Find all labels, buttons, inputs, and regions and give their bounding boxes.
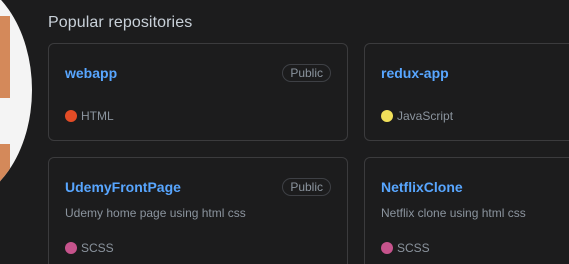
repo-name-link[interactable]: redux-app	[381, 65, 449, 81]
repo-description: Netflix clone using html css	[381, 206, 526, 220]
language-label: JavaScript	[397, 109, 454, 123]
language-label: SCSS	[81, 241, 114, 255]
repo-card: webapp Public HTML	[48, 43, 348, 141]
repo-name-link[interactable]: NetflixClone	[381, 179, 463, 195]
repo-description: Udemy home page using html css	[65, 206, 246, 220]
language-label: SCSS	[397, 241, 430, 255]
visibility-badge: Public	[282, 64, 331, 82]
profile-page: Popular repositories webapp Public HTML …	[0, 0, 569, 264]
avatar[interactable]	[0, 0, 32, 204]
avatar-shape-bottom	[0, 144, 10, 184]
language-label: HTML	[81, 109, 114, 123]
repo-language: SCSS	[381, 241, 430, 255]
repo-name-link[interactable]: webapp	[65, 65, 117, 81]
repo-language: HTML	[65, 109, 114, 123]
repo-language: JavaScript	[381, 109, 453, 123]
language-color-dot	[381, 110, 393, 122]
language-color-dot	[65, 242, 77, 254]
visibility-badge: Public	[282, 178, 331, 196]
repo-language: SCSS	[65, 241, 114, 255]
repo-name-link[interactable]: UdemyFrontPage	[65, 179, 181, 195]
repo-card: NetflixClone Netflix clone using html cs…	[364, 157, 569, 264]
language-color-dot	[65, 110, 77, 122]
section-title: Popular repositories	[48, 14, 193, 31]
language-color-dot	[381, 242, 393, 254]
repo-card: UdemyFrontPage Public Udemy home page us…	[48, 157, 348, 264]
repo-card: redux-app JavaScript	[364, 43, 569, 141]
avatar-shape-top	[0, 16, 10, 98]
